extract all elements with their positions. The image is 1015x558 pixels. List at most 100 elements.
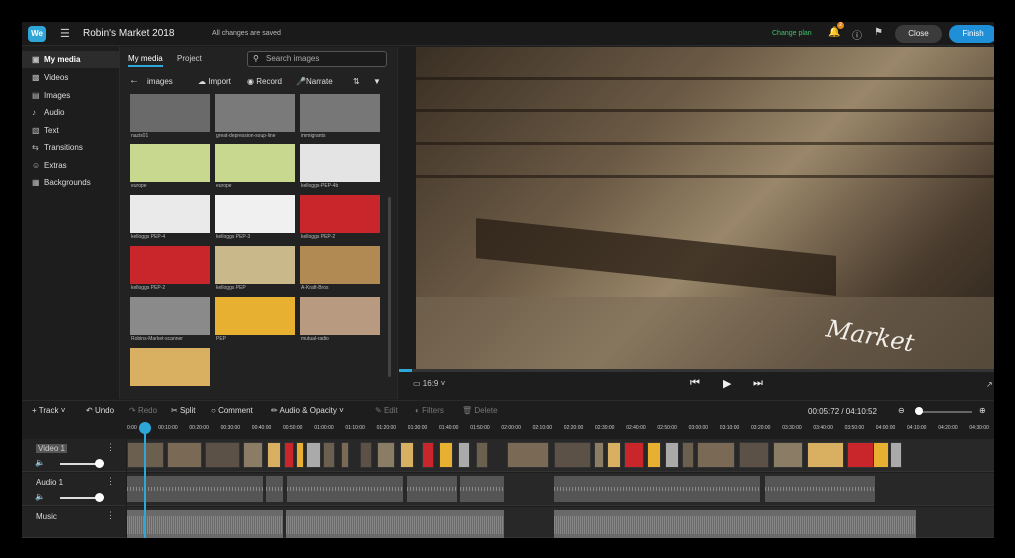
sidebar-item-my-media[interactable]: ▣ My media — [22, 51, 120, 68]
media-item[interactable]: immigrants — [300, 94, 380, 141]
skip-forward-icon[interactable]: ⏭ — [753, 377, 763, 390]
video-clip[interactable] — [773, 442, 803, 468]
media-item[interactable]: kelloggs PEP-2 — [130, 246, 210, 293]
audio-clip[interactable] — [127, 476, 263, 502]
record-button[interactable]: ◉ Record — [247, 77, 282, 86]
sidebar-item-text[interactable]: ▧ Text — [22, 122, 120, 139]
sidebar-item-extras[interactable]: ☺ Extras — [22, 157, 120, 174]
zoom-out-icon[interactable]: ⊖ — [898, 406, 905, 415]
video-track-lane[interactable] — [127, 439, 994, 472]
video-clip[interactable] — [507, 442, 549, 468]
change-plan-link[interactable]: Change plan — [772, 30, 812, 37]
audio-track-lane[interactable] — [127, 473, 994, 506]
video-clip[interactable] — [554, 442, 591, 468]
audio-clip[interactable] — [554, 476, 760, 502]
playhead-line[interactable] — [144, 432, 146, 538]
video-clip[interactable] — [458, 442, 470, 468]
audio-clip[interactable] — [460, 476, 504, 502]
music-track-lane[interactable] — [127, 507, 994, 538]
sidebar-item-videos[interactable]: ▩ Videos — [22, 69, 120, 86]
fullscreen-icon[interactable]: ↗ — [986, 380, 993, 389]
video-clip[interactable] — [296, 442, 304, 468]
sidebar-item-images[interactable]: ▤ Images — [22, 87, 120, 104]
video-clip[interactable] — [243, 442, 263, 468]
volume-icon[interactable]: 🔈 — [35, 458, 45, 467]
video-clip[interactable] — [647, 442, 661, 468]
narrate-button[interactable]: 🎤Narrate — [296, 77, 333, 86]
delete-button[interactable]: 🗑 Delete — [462, 406, 498, 415]
video-clip[interactable] — [607, 442, 621, 468]
audio-opacity-button[interactable]: ✏ Audio & Opacity ˅ — [271, 406, 344, 415]
back-arrow-icon[interactable]: ← — [129, 75, 139, 86]
audio-clip[interactable] — [287, 476, 403, 502]
audio-clip[interactable] — [266, 476, 283, 502]
media-item[interactable]: kelloggs PEP-3 — [215, 195, 295, 242]
video-clip[interactable] — [360, 442, 372, 468]
video-clip[interactable] — [873, 442, 889, 468]
volume-handle[interactable] — [95, 459, 104, 468]
music-clip[interactable] — [127, 510, 283, 538]
video-clip[interactable] — [422, 442, 434, 468]
video-clip[interactable] — [665, 442, 679, 468]
logo[interactable]: We — [28, 26, 46, 42]
video-clip[interactable] — [267, 442, 281, 468]
media-item[interactable]: kelloggs PEP-4 — [130, 195, 210, 242]
video-clip[interactable] — [377, 442, 395, 468]
music-clip[interactable] — [286, 510, 504, 538]
media-item[interactable]: europe — [215, 144, 295, 191]
volume-icon[interactable]: 🔈 — [35, 492, 45, 501]
sidebar-item-audio[interactable]: ♪ Audio — [22, 104, 120, 121]
redo-button[interactable]: ↷ Redo — [129, 406, 157, 415]
edit-button[interactable]: ✎ Edit — [375, 406, 398, 415]
import-button[interactable]: ☁ Import — [198, 77, 231, 86]
video-clip[interactable] — [323, 442, 335, 468]
video-clip[interactable] — [167, 442, 202, 468]
video-clip[interactable] — [341, 442, 349, 468]
video-clip[interactable] — [400, 442, 414, 468]
zoom-handle[interactable] — [915, 407, 923, 415]
sort-icon[interactable]: ⇅ — [353, 77, 360, 86]
play-icon[interactable]: ▶ — [723, 377, 731, 390]
close-button[interactable]: Close — [895, 25, 942, 43]
media-item[interactable] — [130, 348, 210, 394]
filters-button[interactable]: ◐ Filters — [415, 406, 444, 415]
media-item[interactable]: great-depression-soup-line — [215, 94, 295, 141]
more-options-icon[interactable]: ⋮ — [106, 442, 115, 453]
media-scrollbar[interactable] — [388, 197, 391, 377]
aspect-ratio-dropdown[interactable]: ▭ 16:9 ˅ — [413, 379, 445, 388]
media-item[interactable]: europe — [130, 144, 210, 191]
media-item[interactable]: mutual-radio — [300, 297, 380, 344]
audio-track-name[interactable]: Audio 1 — [36, 478, 63, 487]
menu-icon[interactable]: ☰ — [60, 27, 70, 40]
search-input[interactable]: ⚲ Search images — [247, 51, 387, 67]
video-clip[interactable] — [205, 442, 240, 468]
video-clip[interactable] — [306, 442, 321, 468]
sidebar-item-transitions[interactable]: ⇆ Transitions — [22, 139, 120, 156]
media-item[interactable]: kelloggs PEP-2 — [300, 195, 380, 242]
finish-button[interactable]: Finish — [949, 25, 994, 43]
video-clip[interactable] — [476, 442, 488, 468]
video-clip[interactable] — [439, 442, 453, 468]
media-item[interactable]: Robins-Market-scanner — [130, 297, 210, 344]
playback-progress[interactable] — [399, 369, 994, 372]
media-item[interactable]: nazis01 — [130, 94, 210, 141]
zoom-in-icon[interactable]: ⊕ — [979, 406, 986, 415]
audio-clip[interactable] — [407, 476, 457, 502]
video-clip[interactable] — [890, 442, 902, 468]
media-item[interactable]: kelloggs PEP — [215, 246, 295, 293]
zoom-slider[interactable] — [917, 411, 972, 413]
tab-project[interactable]: Project — [177, 54, 202, 63]
media-item[interactable]: kelloggs-PEP-4b — [300, 144, 380, 191]
preview-image[interactable]: Market — [416, 47, 994, 369]
comment-button[interactable]: ○ Comment — [211, 406, 253, 415]
video-clip[interactable] — [682, 442, 694, 468]
undo-button[interactable]: ↶ Undo — [86, 406, 114, 415]
music-track-name[interactable]: Music — [36, 512, 57, 521]
video-clip[interactable] — [807, 442, 844, 468]
track-menu-button[interactable]: + Track ˅ — [32, 406, 65, 415]
video-track-name[interactable]: Video 1 — [36, 444, 67, 453]
audio-clip[interactable] — [765, 476, 875, 502]
media-item[interactable]: A-Kraft-Bros — [300, 246, 380, 293]
feedback-icon[interactable]: ⚑ — [874, 27, 883, 38]
video-clip[interactable] — [739, 442, 769, 468]
